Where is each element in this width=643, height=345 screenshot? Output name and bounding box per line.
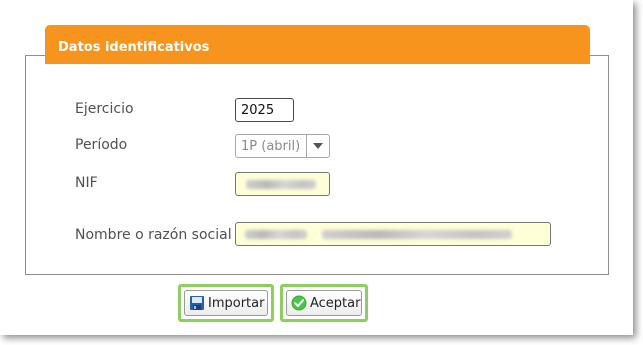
- redacted-value: [322, 229, 512, 239]
- nif-label: NIF: [75, 175, 98, 191]
- check-circle-icon: [291, 295, 307, 311]
- importar-label: Importar: [208, 295, 265, 311]
- nombre-label: Nombre o razón social: [75, 227, 232, 243]
- redacted-value: [245, 229, 307, 239]
- importar-button-focus: Importar: [178, 284, 274, 322]
- nif-input[interactable]: [235, 172, 330, 196]
- importar-button[interactable]: Importar: [184, 290, 268, 316]
- import-disk-icon: [189, 295, 205, 311]
- redacted-value: [246, 179, 316, 189]
- aceptar-button[interactable]: Aceptar: [286, 290, 362, 316]
- periodo-value: 1P (abril): [241, 138, 301, 154]
- section-title: Datos identificativos: [58, 40, 210, 55]
- periodo-select[interactable]: 1P (abril): [235, 134, 330, 158]
- ejercicio-label: Ejercicio: [75, 101, 134, 117]
- chevron-down-icon[interactable]: [306, 135, 329, 157]
- ejercicio-input[interactable]: 2025: [235, 98, 294, 122]
- periodo-label: Período: [75, 137, 128, 153]
- ejercicio-value: 2025: [241, 102, 275, 118]
- section-header: Datos identificativos: [45, 25, 590, 64]
- aceptar-button-focus: Aceptar: [280, 284, 368, 322]
- aceptar-label: Aceptar: [310, 295, 361, 311]
- nombre-input[interactable]: [235, 222, 551, 246]
